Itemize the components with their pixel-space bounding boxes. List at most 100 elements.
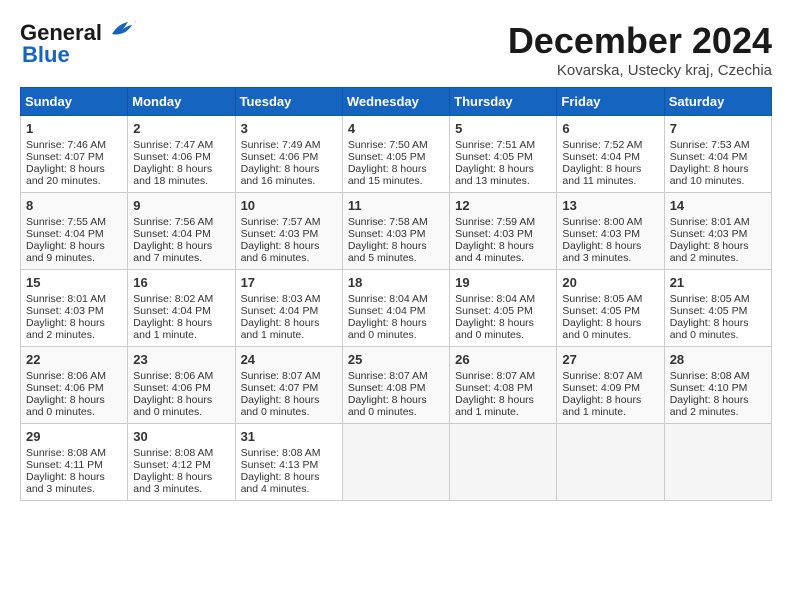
day-number: 27 (562, 352, 658, 367)
daylight-text: Daylight: 8 hours and 20 minutes. (26, 163, 105, 187)
sunset-text: Sunset: 4:10 PM (670, 382, 748, 394)
sunrise-text: Sunrise: 8:07 AM (455, 370, 535, 382)
calendar-day-cell (450, 424, 557, 501)
sunset-text: Sunset: 4:12 PM (133, 459, 211, 471)
calendar-day-cell: 26Sunrise: 8:07 AMSunset: 4:08 PMDayligh… (450, 347, 557, 424)
page-header: General Blue December 2024 Kovarska, Ust… (20, 20, 772, 79)
sunrise-text: Sunrise: 8:05 AM (562, 293, 642, 305)
calendar-week-row: 8Sunrise: 7:55 AMSunset: 4:04 PMDaylight… (21, 193, 772, 270)
daylight-text: Daylight: 8 hours and 0 minutes. (348, 317, 427, 341)
calendar-day-cell: 13Sunrise: 8:00 AMSunset: 4:03 PMDayligh… (557, 193, 664, 270)
daylight-text: Daylight: 8 hours and 3 minutes. (133, 471, 212, 495)
weekday-header: Monday (128, 88, 235, 116)
sunrise-text: Sunrise: 8:05 AM (670, 293, 750, 305)
day-number: 14 (670, 198, 766, 213)
daylight-text: Daylight: 8 hours and 0 minutes. (241, 394, 320, 418)
sunrise-text: Sunrise: 7:59 AM (455, 216, 535, 228)
day-number: 6 (562, 121, 658, 136)
calendar-day-cell (664, 424, 771, 501)
calendar-day-cell: 21Sunrise: 8:05 AMSunset: 4:05 PMDayligh… (664, 270, 771, 347)
sunrise-text: Sunrise: 7:58 AM (348, 216, 428, 228)
sunset-text: Sunset: 4:05 PM (562, 305, 640, 317)
day-number: 28 (670, 352, 766, 367)
month-title: December 2024 (508, 20, 772, 62)
daylight-text: Daylight: 8 hours and 13 minutes. (455, 163, 534, 187)
sunset-text: Sunset: 4:04 PM (562, 151, 640, 163)
daylight-text: Daylight: 8 hours and 0 minutes. (133, 394, 212, 418)
daylight-text: Daylight: 8 hours and 0 minutes. (562, 317, 641, 341)
weekday-header-row: SundayMondayTuesdayWednesdayThursdayFrid… (21, 88, 772, 116)
weekday-header: Tuesday (235, 88, 342, 116)
day-number: 7 (670, 121, 766, 136)
sunrise-text: Sunrise: 8:08 AM (241, 447, 321, 459)
daylight-text: Daylight: 8 hours and 5 minutes. (348, 240, 427, 264)
sunrise-text: Sunrise: 7:50 AM (348, 139, 428, 151)
calendar-week-row: 15Sunrise: 8:01 AMSunset: 4:03 PMDayligh… (21, 270, 772, 347)
calendar-day-cell: 24Sunrise: 8:07 AMSunset: 4:07 PMDayligh… (235, 347, 342, 424)
weekday-header: Sunday (21, 88, 128, 116)
day-number: 2 (133, 121, 229, 136)
sunrise-text: Sunrise: 8:07 AM (241, 370, 321, 382)
sunset-text: Sunset: 4:03 PM (670, 228, 748, 240)
sunrise-text: Sunrise: 7:53 AM (670, 139, 750, 151)
daylight-text: Daylight: 8 hours and 1 minute. (455, 394, 534, 418)
calendar-day-cell (557, 424, 664, 501)
daylight-text: Daylight: 8 hours and 3 minutes. (26, 471, 105, 495)
calendar-day-cell: 12Sunrise: 7:59 AMSunset: 4:03 PMDayligh… (450, 193, 557, 270)
day-number: 12 (455, 198, 551, 213)
sunrise-text: Sunrise: 7:51 AM (455, 139, 535, 151)
calendar-day-cell: 17Sunrise: 8:03 AMSunset: 4:04 PMDayligh… (235, 270, 342, 347)
calendar-day-cell: 29Sunrise: 8:08 AMSunset: 4:11 PMDayligh… (21, 424, 128, 501)
daylight-text: Daylight: 8 hours and 1 minute. (562, 394, 641, 418)
sunrise-text: Sunrise: 8:08 AM (670, 370, 750, 382)
day-number: 4 (348, 121, 444, 136)
calendar-day-cell: 18Sunrise: 8:04 AMSunset: 4:04 PMDayligh… (342, 270, 449, 347)
day-number: 16 (133, 275, 229, 290)
sunrise-text: Sunrise: 8:08 AM (26, 447, 106, 459)
calendar-day-cell: 27Sunrise: 8:07 AMSunset: 4:09 PMDayligh… (557, 347, 664, 424)
day-number: 3 (241, 121, 337, 136)
day-number: 5 (455, 121, 551, 136)
sunrise-text: Sunrise: 7:47 AM (133, 139, 213, 151)
daylight-text: Daylight: 8 hours and 1 minute. (133, 317, 212, 341)
daylight-text: Daylight: 8 hours and 2 minutes. (670, 240, 749, 264)
daylight-text: Daylight: 8 hours and 4 minutes. (241, 471, 320, 495)
sunrise-text: Sunrise: 7:52 AM (562, 139, 642, 151)
day-number: 20 (562, 275, 658, 290)
day-number: 22 (26, 352, 122, 367)
calendar-day-cell (342, 424, 449, 501)
sunrise-text: Sunrise: 7:56 AM (133, 216, 213, 228)
day-number: 30 (133, 429, 229, 444)
daylight-text: Daylight: 8 hours and 0 minutes. (670, 317, 749, 341)
day-number: 17 (241, 275, 337, 290)
calendar-day-cell: 4Sunrise: 7:50 AMSunset: 4:05 PMDaylight… (342, 116, 449, 193)
daylight-text: Daylight: 8 hours and 4 minutes. (455, 240, 534, 264)
sunset-text: Sunset: 4:06 PM (133, 382, 211, 394)
sunrise-text: Sunrise: 7:57 AM (241, 216, 321, 228)
calendar-day-cell: 14Sunrise: 8:01 AMSunset: 4:03 PMDayligh… (664, 193, 771, 270)
sunrise-text: Sunrise: 8:04 AM (348, 293, 428, 305)
title-section: December 2024 Kovarska, Ustecky kraj, Cz… (508, 20, 772, 79)
sunset-text: Sunset: 4:03 PM (562, 228, 640, 240)
sunset-text: Sunset: 4:05 PM (670, 305, 748, 317)
daylight-text: Daylight: 8 hours and 16 minutes. (241, 163, 320, 187)
calendar-day-cell: 2Sunrise: 7:47 AMSunset: 4:06 PMDaylight… (128, 116, 235, 193)
sunset-text: Sunset: 4:07 PM (26, 151, 104, 163)
calendar-day-cell: 22Sunrise: 8:06 AMSunset: 4:06 PMDayligh… (21, 347, 128, 424)
calendar-week-row: 22Sunrise: 8:06 AMSunset: 4:06 PMDayligh… (21, 347, 772, 424)
sunrise-text: Sunrise: 8:07 AM (348, 370, 428, 382)
calendar-day-cell: 1Sunrise: 7:46 AMSunset: 4:07 PMDaylight… (21, 116, 128, 193)
sunrise-text: Sunrise: 7:55 AM (26, 216, 106, 228)
daylight-text: Daylight: 8 hours and 3 minutes. (562, 240, 641, 264)
calendar-day-cell: 23Sunrise: 8:06 AMSunset: 4:06 PMDayligh… (128, 347, 235, 424)
sunset-text: Sunset: 4:05 PM (455, 305, 533, 317)
day-number: 10 (241, 198, 337, 213)
sunrise-text: Sunrise: 8:01 AM (26, 293, 106, 305)
calendar-day-cell: 28Sunrise: 8:08 AMSunset: 4:10 PMDayligh… (664, 347, 771, 424)
day-number: 24 (241, 352, 337, 367)
calendar-week-row: 1Sunrise: 7:46 AMSunset: 4:07 PMDaylight… (21, 116, 772, 193)
day-number: 15 (26, 275, 122, 290)
sunset-text: Sunset: 4:03 PM (348, 228, 426, 240)
calendar-day-cell: 10Sunrise: 7:57 AMSunset: 4:03 PMDayligh… (235, 193, 342, 270)
calendar-day-cell: 9Sunrise: 7:56 AMSunset: 4:04 PMDaylight… (128, 193, 235, 270)
